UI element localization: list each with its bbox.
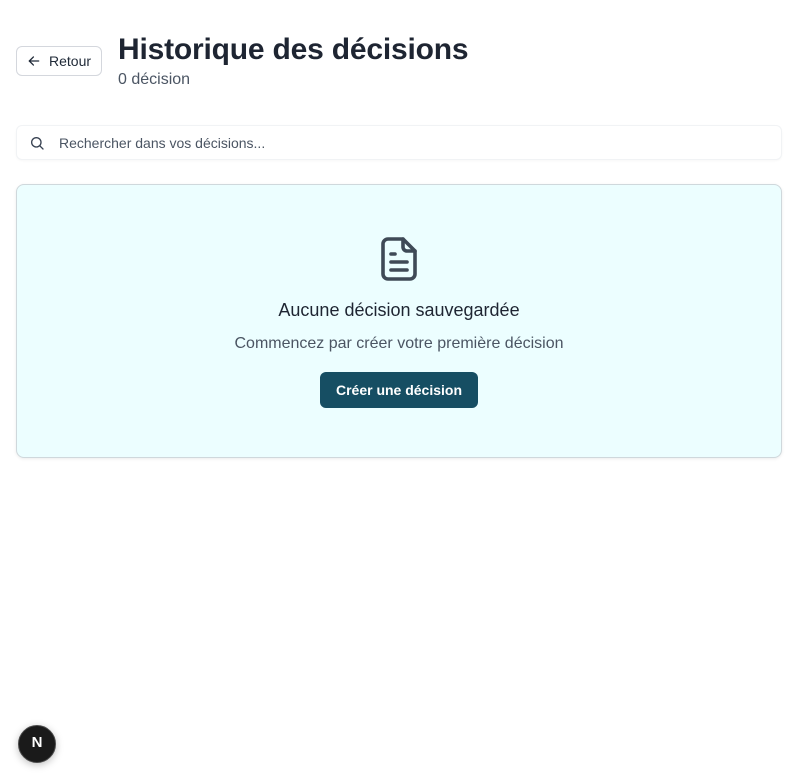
empty-state-card: Aucune décision sauvegardée Commencez pa… (16, 184, 782, 458)
empty-state-title: Aucune décision sauvegardée (278, 300, 520, 320)
search-bar (16, 125, 782, 160)
page-title: Historique des décisions (118, 33, 469, 66)
nextjs-dev-indicator[interactable]: N (18, 725, 56, 763)
page: Retour Historique des décisions 0 décisi… (0, 0, 798, 782)
arrow-left-icon (27, 54, 41, 68)
back-button[interactable]: Retour (16, 46, 103, 76)
empty-state-description: Commencez par créer votre première décis… (234, 335, 564, 352)
decision-count: 0 décision (118, 71, 191, 88)
back-button-label: Retour (49, 53, 92, 69)
document-icon (377, 235, 421, 283)
nextjs-logo-icon: N (28, 733, 46, 756)
title-block: Historique des décisions 0 décision (118, 32, 468, 90)
search-input[interactable] (57, 133, 741, 152)
nextjs-logo-letter: N (32, 734, 43, 751)
search-icon (29, 135, 45, 151)
create-decision-button[interactable]: Créer une décision (319, 372, 479, 408)
page-header: Retour Historique des décisions 0 décisi… (16, 32, 469, 90)
